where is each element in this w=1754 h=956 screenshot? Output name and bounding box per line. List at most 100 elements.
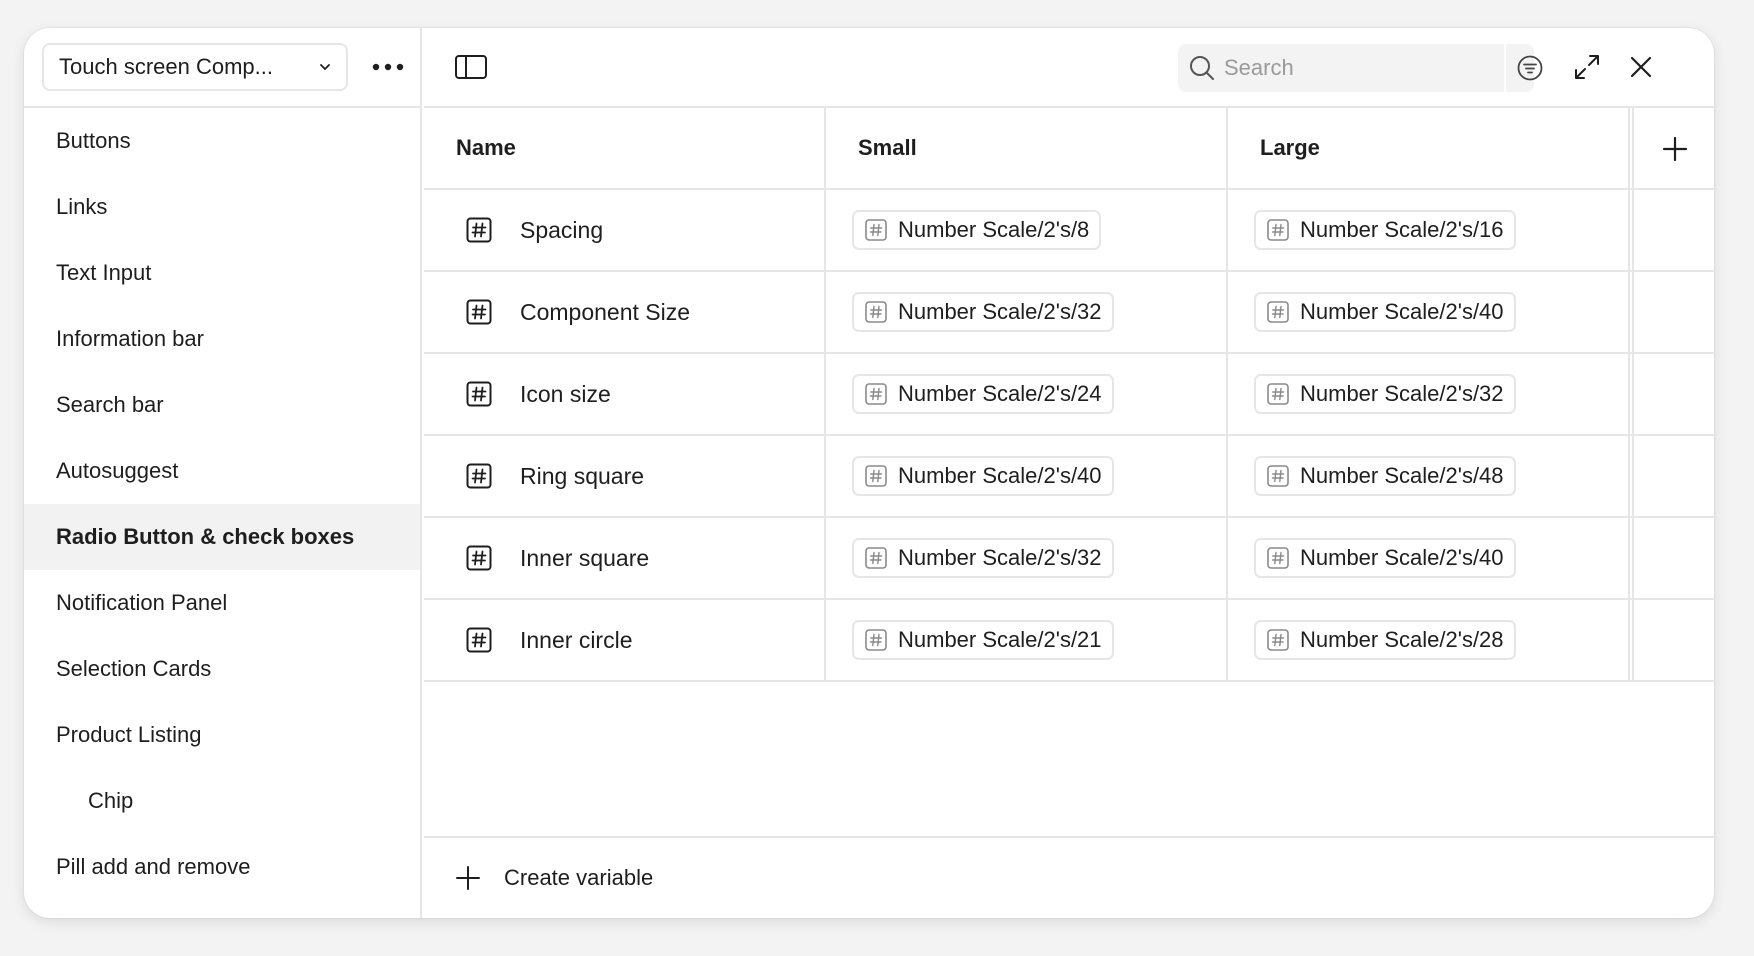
variables-table: Name Small Large Spacing Number Scale/2'…: [424, 108, 1714, 682]
alias-pill[interactable]: Number Scale/2's/40: [1254, 538, 1516, 578]
sidebar-group-item[interactable]: Links: [24, 174, 420, 240]
variables-window: Touch screen Comp... Buttons Links Text In…: [24, 28, 1714, 918]
large-value-cell[interactable]: Number Scale/2's/16: [1228, 190, 1630, 270]
alias-label: Number Scale/2's/16: [1300, 217, 1504, 242]
sidebar-header: Touch screen Comp...: [24, 28, 420, 108]
variable-name-cell[interactable]: Ring square: [424, 436, 826, 516]
table-body: Spacing Number Scale/2's/8 Number Scale/…: [424, 190, 1714, 682]
sidebar-group-item[interactable]: Information bar: [24, 306, 420, 372]
expand-button[interactable]: [1570, 50, 1604, 84]
table-row[interactable]: Inner square Number Scale/2's/32 Number …: [424, 518, 1714, 600]
table-footer: Create variable: [424, 836, 1714, 918]
variable-name-cell[interactable]: Component Size: [424, 272, 826, 352]
sidebar-group-item[interactable]: Chip: [24, 768, 420, 834]
sidebar-toggle-icon: [455, 55, 487, 79]
large-value-cell[interactable]: Number Scale/2's/48: [1228, 436, 1630, 516]
more-options-button[interactable]: [368, 50, 408, 84]
variable-name: Spacing: [520, 216, 604, 243]
alias-label: Number Scale/2's/8: [898, 217, 1090, 242]
variable-name: Inner square: [520, 544, 650, 571]
alias-label: Number Scale/2's/48: [1300, 463, 1504, 488]
table-row[interactable]: Icon size Number Scale/2's/24 Number Sca…: [424, 354, 1714, 436]
collection-sidebar: Touch screen Comp... Buttons Links Text In…: [24, 28, 422, 918]
variable-name-cell[interactable]: Spacing: [424, 190, 826, 270]
close-button[interactable]: [1624, 50, 1658, 84]
small-value-cell[interactable]: Number Scale/2's/32: [826, 518, 1228, 598]
collection-select[interactable]: Touch screen Comp...: [42, 43, 348, 91]
column-header-name[interactable]: Name: [424, 108, 826, 188]
alias-pill[interactable]: Number Scale/2's/32: [1254, 374, 1516, 414]
alias-pill[interactable]: Number Scale/2's/28: [1254, 620, 1516, 660]
variable-name: Icon size: [520, 380, 611, 407]
sidebar-toggle-button[interactable]: [454, 54, 488, 82]
small-value-cell[interactable]: Number Scale/2's/21: [826, 600, 1228, 680]
alias-pill[interactable]: Number Scale/2's/32: [852, 292, 1114, 332]
collection-select-label: Touch screen Comp...: [59, 54, 273, 79]
column-header-large[interactable]: Large: [1228, 108, 1630, 188]
table-row[interactable]: Spacing Number Scale/2's/8 Number Scale/…: [424, 190, 1714, 272]
search-input[interactable]: [1224, 55, 1484, 81]
number-variable-icon: [1267, 629, 1289, 651]
large-value-cell[interactable]: Number Scale/2's/40: [1228, 272, 1630, 352]
variable-name: Inner circle: [520, 626, 633, 653]
filter-button[interactable]: [1504, 44, 1554, 92]
sidebar-group-item[interactable]: Selection Cards: [24, 636, 420, 702]
sidebar-group-item[interactable]: Radio Button & check boxes: [24, 504, 420, 570]
number-variable-icon: [865, 383, 887, 405]
small-value-cell[interactable]: Number Scale/2's/40: [826, 436, 1228, 516]
large-value-cell[interactable]: Number Scale/2's/32: [1228, 354, 1630, 434]
number-variable-icon: [1267, 547, 1289, 569]
number-variable-icon: [1267, 219, 1289, 241]
sidebar-group-item[interactable]: Pill add and remove: [24, 834, 420, 900]
number-variable-icon: [466, 217, 492, 243]
number-variable-icon: [865, 547, 887, 569]
variable-name-cell[interactable]: Inner circle: [424, 600, 826, 680]
alias-pill[interactable]: Number Scale/2's/21: [852, 620, 1114, 660]
alias-pill[interactable]: Number Scale/2's/32: [852, 538, 1114, 578]
alias-label: Number Scale/2's/32: [898, 299, 1102, 324]
number-variable-icon: [865, 465, 887, 487]
create-variable-button[interactable]: Create variable: [454, 864, 653, 892]
plus-icon: [1662, 136, 1688, 162]
variable-name-cell[interactable]: Icon size: [424, 354, 826, 434]
alias-pill[interactable]: Number Scale/2's/24: [852, 374, 1114, 414]
sidebar-group-item[interactable]: Autosuggest: [24, 438, 420, 504]
alias-pill[interactable]: Number Scale/2's/40: [1254, 292, 1516, 332]
number-variable-icon: [466, 299, 492, 325]
group-list: Buttons Links Text Input Information bar Sea…: [24, 108, 420, 900]
large-value-cell[interactable]: Number Scale/2's/28: [1228, 600, 1630, 680]
sidebar-group-item[interactable]: Product Listing: [24, 702, 420, 768]
sidebar-group-item[interactable]: Text Input: [24, 240, 420, 306]
row-tail-cell: [1634, 272, 1714, 352]
sidebar-group-item[interactable]: Notification Panel: [24, 570, 420, 636]
table-row[interactable]: Component Size Number Scale/2's/32 Numbe…: [424, 272, 1714, 354]
alias-label: Number Scale/2's/28: [1300, 627, 1504, 652]
table-row[interactable]: Ring square Number Scale/2's/40 Number S…: [424, 436, 1714, 518]
search-box: [1178, 44, 1534, 92]
column-header-small[interactable]: Small: [826, 108, 1228, 188]
row-tail-cell: [1634, 354, 1714, 434]
sidebar-group-item[interactable]: Buttons: [24, 108, 420, 174]
number-variable-icon: [466, 627, 492, 653]
alias-pill[interactable]: Number Scale/2's/40: [852, 456, 1114, 496]
variable-name-cell[interactable]: Inner square: [424, 518, 826, 598]
number-variable-icon: [865, 629, 887, 651]
small-value-cell[interactable]: Number Scale/2's/32: [826, 272, 1228, 352]
plus-icon: [456, 866, 480, 890]
large-value-cell[interactable]: Number Scale/2's/40: [1228, 518, 1630, 598]
alias-pill[interactable]: Number Scale/2's/8: [852, 210, 1102, 250]
number-variable-icon: [865, 219, 887, 241]
alias-pill[interactable]: Number Scale/2's/48: [1254, 456, 1516, 496]
expand-icon: [1575, 55, 1599, 79]
small-value-cell[interactable]: Number Scale/2's/24: [826, 354, 1228, 434]
small-value-cell[interactable]: Number Scale/2's/8: [826, 190, 1228, 270]
row-tail-cell: [1634, 518, 1714, 598]
table-header-row: Name Small Large: [424, 108, 1714, 190]
variable-name: Component Size: [520, 298, 691, 325]
table-row[interactable]: Inner circle Number Scale/2's/21 Number …: [424, 600, 1714, 682]
sidebar-group-item[interactable]: Search bar: [24, 372, 420, 438]
add-mode-button[interactable]: [1658, 132, 1692, 166]
row-tail-cell: [1634, 600, 1714, 680]
alias-pill[interactable]: Number Scale/2's/16: [1254, 210, 1516, 250]
chevron-down-icon: [320, 64, 330, 70]
